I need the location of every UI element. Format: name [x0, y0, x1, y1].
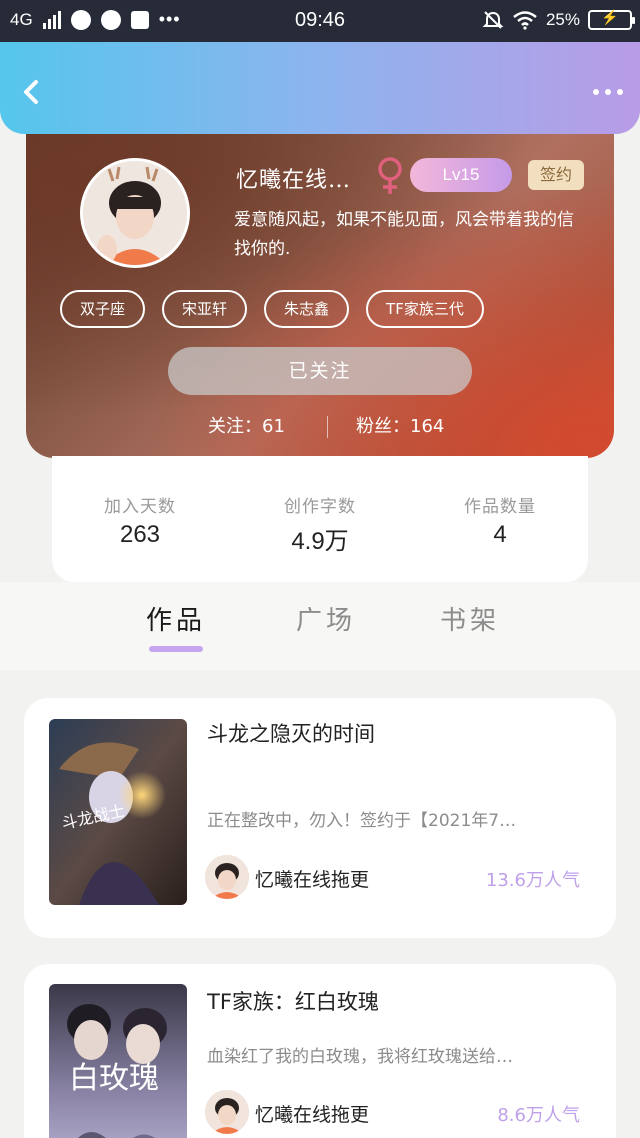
tag-chip[interactable]: 双子座	[60, 290, 146, 328]
stat-value: 4	[493, 521, 507, 548]
follow-button[interactable]: 已关注	[168, 347, 472, 395]
stat-label: 加入天数	[104, 497, 176, 517]
battery-icon: ⚡	[588, 9, 635, 30]
stat-label: 创作字数	[284, 497, 356, 517]
wifi-icon	[513, 11, 537, 30]
stat-join-days: 加入天数 263	[60, 492, 220, 549]
status-right: 25% ⚡	[482, 9, 635, 31]
following-label: 关注：	[208, 416, 262, 437]
bio-line-1: 爱意随风起，如果不能见面，风会带着我的信	[234, 210, 574, 230]
profile-avatar[interactable]	[80, 158, 190, 268]
top-nav-bar	[0, 42, 640, 134]
avatar-image	[83, 161, 187, 265]
creator-stats: 加入天数 263 创作字数 4.9万 作品数量 4	[52, 456, 588, 582]
more-dots-icon[interactable]	[588, 82, 628, 102]
stat-label: 作品数量	[464, 497, 536, 517]
fans-label: 粉丝：	[356, 416, 410, 437]
level-badge: Lv15	[410, 158, 512, 192]
alarm-off-icon	[482, 11, 504, 29]
author-avatar	[205, 1090, 249, 1134]
fans-count[interactable]: 粉丝：164	[356, 412, 444, 442]
book-cover[interactable]: 白玫瑰	[49, 984, 187, 1138]
following-count[interactable]: 关注：61	[208, 412, 285, 442]
tag-chip[interactable]: 朱志鑫	[264, 290, 350, 328]
cover-image: 白玫瑰	[49, 984, 187, 1138]
work-card[interactable]: 斗龙战士 斗龙之隐灭的时间 正在整改中，勿入！签约于【2021年7… 忆曦在线拖…	[24, 698, 616, 938]
female-symbol-icon	[378, 157, 402, 194]
work-description: 正在整改中，勿入！签约于【2021年7…	[207, 811, 517, 831]
follow-stats: 关注：61 粉丝：164	[26, 412, 614, 442]
divider	[327, 416, 328, 438]
username: 忆曦在线…	[236, 168, 352, 193]
back-chevron-icon[interactable]	[14, 74, 50, 110]
stat-work-count: 作品数量 4	[420, 492, 580, 549]
work-title[interactable]: 斗龙之隐灭的时间	[207, 718, 375, 748]
profile-card: 忆曦在线… Lv15 签约 爱意随风起，如果不能见面，风会带着我的信 找你的. …	[26, 110, 614, 458]
tab-works[interactable]: 作品	[146, 600, 206, 637]
fans-value: 164	[410, 416, 445, 437]
stat-value: 263	[119, 521, 161, 548]
status-bar: 4G ••• 09:46 25% ⚡	[0, 0, 640, 42]
cover-image: 斗龙战士	[49, 719, 187, 905]
tab-square[interactable]: 广场	[296, 600, 356, 637]
cover-title: 白玫瑰	[69, 1061, 159, 1096]
work-description: 血染红了我的白玫瑰，我将红玫瑰送给…	[207, 1047, 513, 1067]
author-name: 忆曦在线拖更	[255, 869, 370, 891]
stat-value: 4.9万	[291, 528, 349, 555]
stat-word-count: 创作字数 4.9万	[240, 492, 400, 556]
author-avatar	[205, 855, 249, 899]
popularity-count: 8.6万人气	[497, 1105, 580, 1126]
book-cover[interactable]: 斗龙战士	[49, 719, 187, 905]
tag-chip[interactable]: TF家族三代	[366, 290, 484, 328]
tab-bookshelf[interactable]: 书架	[440, 600, 500, 637]
bio-line-2: 找你的.	[234, 239, 291, 259]
work-title[interactable]: TF家族：红白玫瑰	[207, 986, 379, 1016]
following-value: 61	[262, 416, 285, 437]
popularity-count: 13.6万人气	[485, 870, 580, 891]
profile-tags: 双子座 宋亚轩 朱志鑫 TF家族三代	[60, 290, 484, 328]
author-name: 忆曦在线拖更	[255, 1104, 370, 1126]
content-tabs: 作品 广场 书架	[0, 582, 640, 670]
work-card[interactable]: 白玫瑰 TF家族：红白玫瑰 血染红了我的白玫瑰，我将红玫瑰送给… 忆曦在线拖更 …	[24, 964, 616, 1138]
active-tab-indicator	[149, 646, 203, 652]
tag-chip[interactable]: 宋亚轩	[162, 290, 248, 328]
signed-badge: 签约	[528, 160, 584, 190]
profile-bio: 爱意随风起，如果不能见面，风会带着我的信 找你的.	[234, 206, 614, 264]
battery-percent: 25%	[545, 10, 580, 29]
